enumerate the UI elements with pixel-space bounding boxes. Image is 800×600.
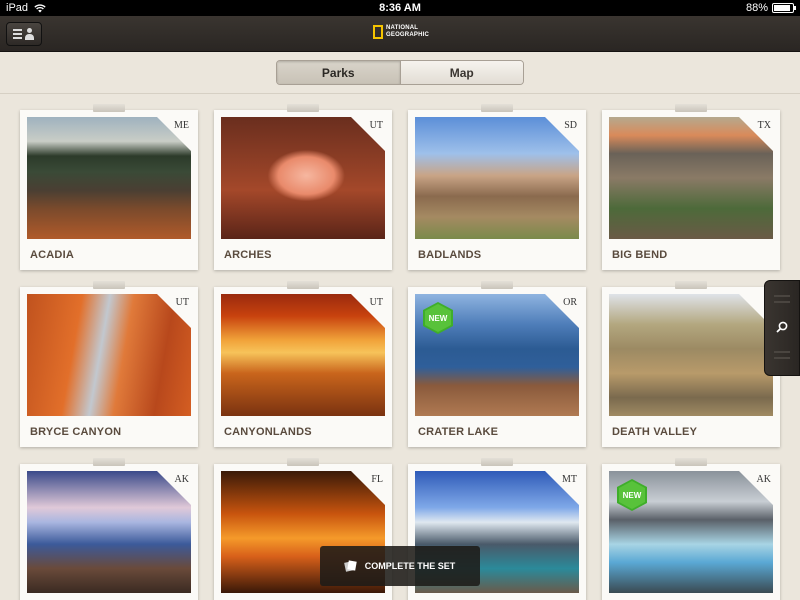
paper-clip	[481, 104, 513, 112]
park-name: ACADIA	[30, 249, 74, 261]
battery-icon	[772, 3, 796, 13]
divider	[0, 93, 800, 94]
search-tab[interactable]	[764, 280, 800, 376]
complete-set-button[interactable]: COMPLETE THE SET	[320, 546, 480, 586]
state-label: TX	[757, 120, 771, 131]
nav-bar: NATIONAL GEOGRAPHIC	[0, 16, 800, 52]
park-card[interactable]: AK	[20, 458, 198, 600]
park-card[interactable]: UT CANYONLANDS	[214, 281, 392, 447]
park-name: CRATER LAKE	[418, 426, 499, 438]
park-photo	[221, 117, 385, 239]
park-name: BRYCE CANYON	[30, 426, 122, 438]
menu-button[interactable]	[6, 22, 42, 46]
park-card[interactable]: TX BIG BEND	[602, 104, 780, 270]
nat-geo-logo: NATIONAL GEOGRAPHIC	[373, 25, 429, 39]
paper-clip	[675, 281, 707, 289]
device-label: iPad	[6, 2, 29, 14]
yellow-border-icon	[373, 25, 383, 39]
list-icon	[13, 29, 22, 39]
park-card[interactable]: ME ACADIA	[20, 104, 198, 270]
park-photo	[609, 117, 773, 239]
search-icon	[776, 321, 788, 333]
park-name: BIG BEND	[612, 249, 668, 261]
wifi-icon	[34, 3, 46, 12]
paper-clip	[675, 458, 707, 466]
park-card[interactable]: UT BRYCE CANYON	[20, 281, 198, 447]
park-photo: NEW	[609, 471, 773, 593]
paper-clip	[287, 281, 319, 289]
paper-clip	[287, 458, 319, 466]
view-switcher: Parks Map	[276, 60, 524, 85]
grip-line	[774, 351, 790, 353]
park-card[interactable]: UT ARCHES	[214, 104, 392, 270]
state-label: UT	[369, 297, 383, 308]
person-icon	[24, 28, 35, 40]
park-photo	[27, 117, 191, 239]
paper-clip	[93, 458, 125, 466]
park-card[interactable]: CDEATH VALLEY	[602, 281, 780, 447]
park-photo	[27, 294, 191, 416]
state-label: AK	[174, 474, 189, 485]
state-label: UT	[175, 297, 189, 308]
state-label: UT	[369, 120, 383, 131]
park-photo	[221, 294, 385, 416]
status-bar: iPad 8:36 AM 88%	[0, 0, 800, 16]
state-label: MT	[562, 474, 577, 485]
park-name: DEATH VALLEY	[612, 426, 698, 438]
state-label: SD	[564, 120, 577, 131]
paper-clip	[287, 104, 319, 112]
paper-clip	[481, 281, 513, 289]
state-label: ME	[174, 120, 189, 131]
park-card[interactable]: NEW OR CRATER LAKE	[408, 281, 586, 447]
park-card[interactable]: NEW AK	[602, 458, 780, 600]
state-label: FL	[371, 474, 383, 485]
logo-line-2: GEOGRAPHIC	[386, 32, 430, 38]
grip-line	[774, 357, 790, 359]
tab-map[interactable]: Map	[399, 61, 523, 84]
paper-clip	[93, 104, 125, 112]
complete-set-label: COMPLETE THE SET	[364, 561, 456, 571]
park-photo	[27, 471, 191, 593]
park-card[interactable]: SD BADLANDS	[408, 104, 586, 270]
new-badge: NEW	[617, 479, 647, 511]
cards-icon	[345, 560, 357, 572]
state-label: OR	[563, 297, 577, 308]
tab-parks[interactable]: Parks	[277, 61, 400, 84]
park-name: CANYONLANDS	[224, 426, 312, 438]
state-label: AK	[756, 474, 771, 485]
park-name: BADLANDS	[418, 249, 482, 261]
park-name: ARCHES	[224, 249, 272, 261]
park-photo: NEW	[415, 294, 579, 416]
paper-clip	[93, 281, 125, 289]
logo-line-1: NATIONAL	[386, 25, 419, 31]
park-photo	[609, 294, 773, 416]
grip-line	[774, 301, 790, 303]
grip-line	[774, 295, 790, 297]
battery-percent: 88%	[745, 2, 768, 14]
park-photo	[415, 117, 579, 239]
paper-clip	[675, 104, 707, 112]
paper-clip	[481, 458, 513, 466]
new-badge: NEW	[423, 302, 453, 334]
clock: 8:36 AM	[379, 2, 421, 14]
